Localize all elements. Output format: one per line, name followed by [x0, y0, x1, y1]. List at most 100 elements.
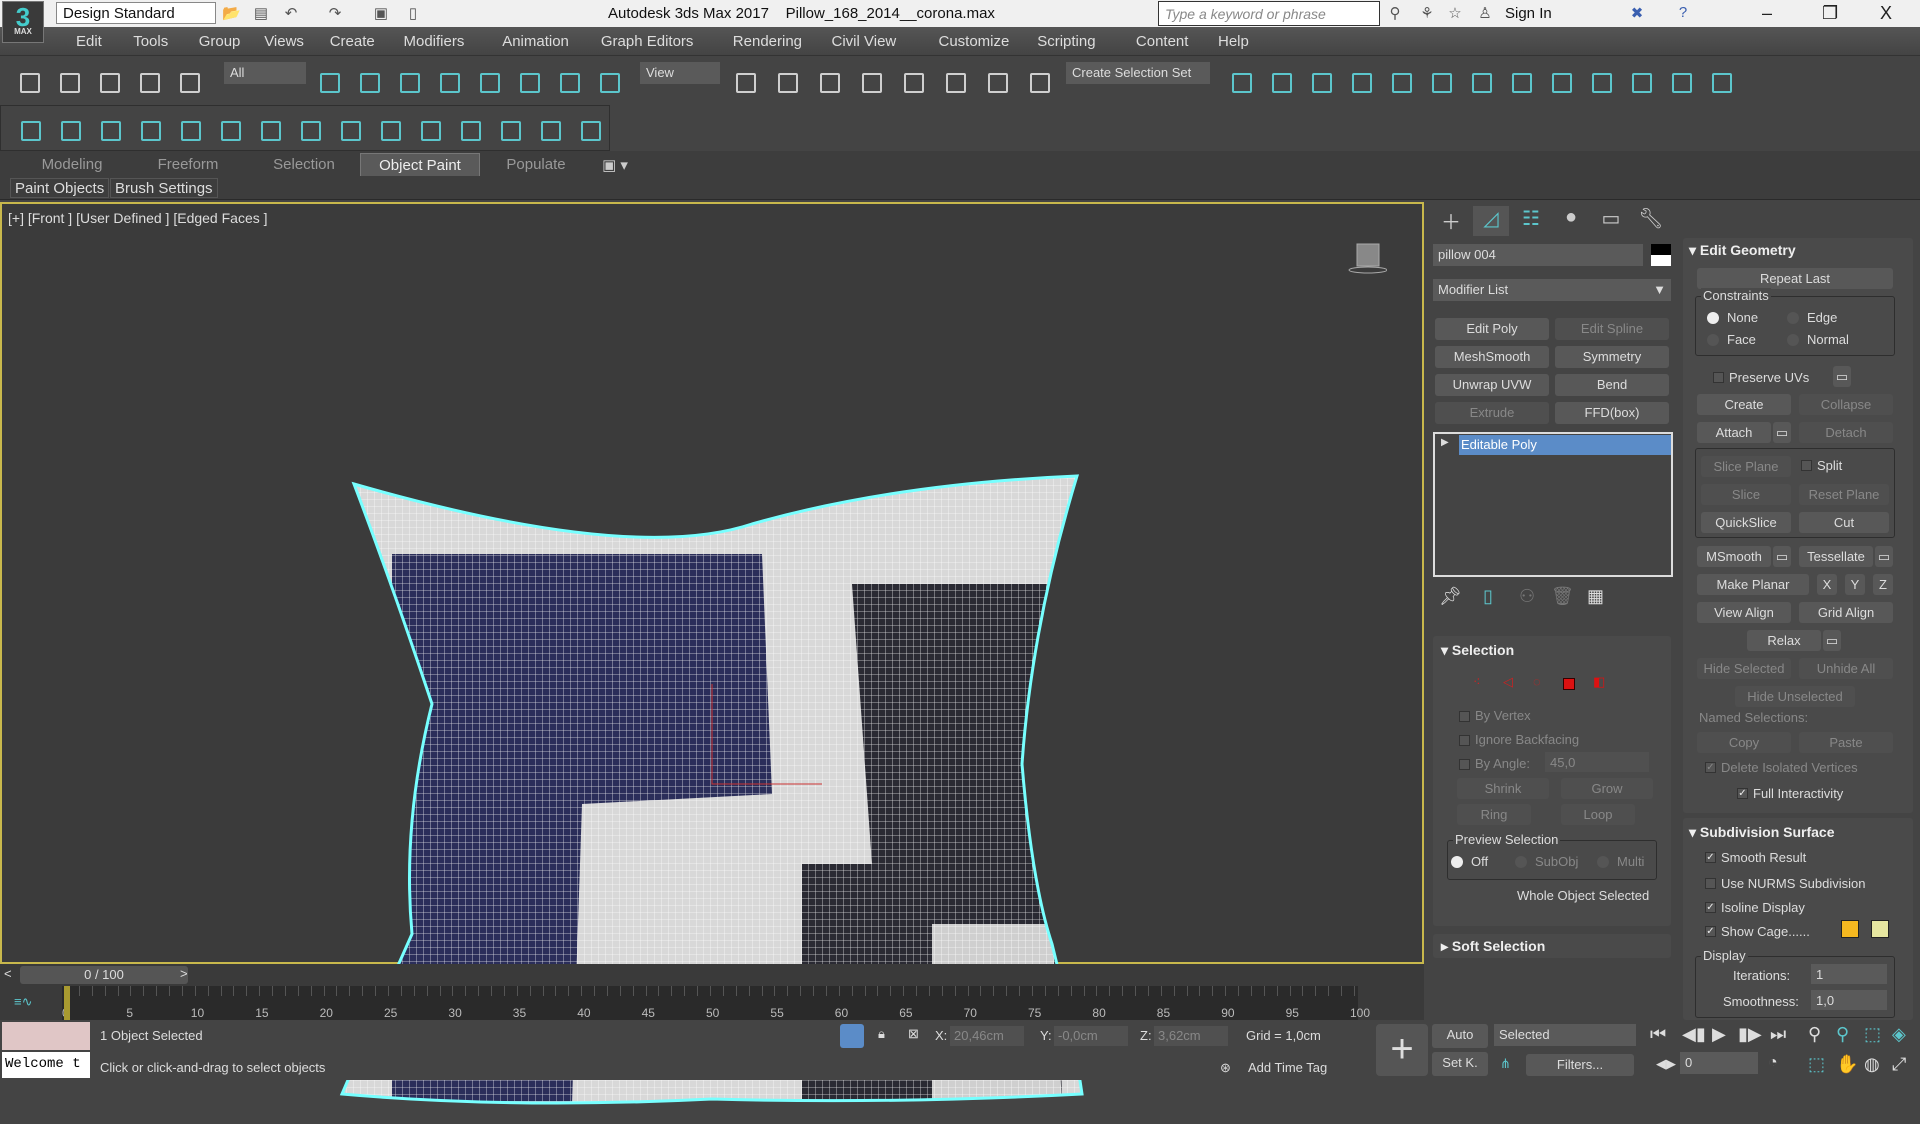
planar-x-button[interactable]: X [1817, 574, 1837, 595]
zoom-icon[interactable]: ⚲ [1808, 1024, 1821, 1045]
brush-settings-tab[interactable]: Brush Settings [110, 178, 218, 198]
angle-spinner[interactable]: 45,0 [1545, 752, 1649, 772]
prev-frame-icon[interactable]: ◀▮ [1682, 1024, 1706, 1045]
scene-explorer-icon[interactable] [1306, 67, 1334, 95]
preview-subobj-radio[interactable] [1515, 856, 1527, 868]
menu-content[interactable]: Content [1136, 33, 1189, 50]
quickslice-button[interactable]: QuickSlice [1701, 512, 1791, 533]
smoothness-spinner[interactable]: 1,0 [1811, 990, 1887, 1010]
key-filter-dropdown[interactable]: Selected [1494, 1024, 1636, 1046]
use-nurms-checkbox[interactable] [1705, 878, 1716, 889]
hide-selected-button[interactable]: Hide Selected [1697, 658, 1791, 679]
relax-settings-icon[interactable]: ▭ [1823, 630, 1841, 651]
hierarchy-tab-icon[interactable]: ☷ [1513, 206, 1549, 236]
subdivision-header[interactable]: ▾ Subdivision Surface [1689, 824, 1835, 841]
render-setup-icon[interactable] [1546, 67, 1574, 95]
grow-button[interactable]: Grow [1561, 778, 1653, 799]
a360-gallery-icon[interactable] [1706, 67, 1734, 95]
snap-3d-icon[interactable] [856, 67, 884, 95]
angle-snap-icon[interactable] [898, 67, 926, 95]
material-editor-icon[interactable] [1506, 67, 1534, 95]
dope-sheet-icon[interactable] [1466, 67, 1494, 95]
restore-button[interactable]: ❐ [1822, 3, 1838, 24]
exchange-icon[interactable]: ✖ [1628, 4, 1646, 22]
mirror-icon[interactable] [1226, 67, 1254, 95]
edit-geometry-header[interactable]: ▾ Edit Geometry [1689, 242, 1796, 259]
search-input[interactable]: Type a keyword or phrase [1158, 1, 1380, 26]
select-by-name-icon[interactable] [354, 67, 382, 95]
open-icon[interactable]: 📂 [222, 4, 241, 22]
modifier-button-editspline[interactable]: Edit Spline [1555, 318, 1669, 340]
render-cloud-icon[interactable] [1666, 67, 1694, 95]
sun-icon[interactable] [55, 115, 83, 143]
cut-button[interactable]: Cut [1799, 512, 1889, 533]
reference-coord-dropdown[interactable]: View [640, 62, 720, 84]
set-key-big-button[interactable]: + [1376, 1024, 1428, 1076]
selection-filter-dropdown[interactable]: All [224, 62, 306, 84]
field-of-view-icon[interactable]: ⬚ [1808, 1054, 1825, 1075]
menu-group[interactable]: Group [199, 33, 241, 50]
window-crossing-icon[interactable] [434, 67, 462, 95]
full-interactivity-checkbox[interactable]: ✓ [1737, 788, 1748, 799]
key-mode-icon[interactable]: ⋔ [1500, 1056, 1511, 1072]
pivot-icon[interactable] [730, 67, 758, 95]
render-icon[interactable] [1626, 67, 1654, 95]
motion-tab-icon[interactable]: ● [1553, 206, 1589, 236]
menu-create[interactable]: Create [330, 33, 375, 50]
modifier-list-dropdown[interactable]: Modifier List ▼ [1433, 279, 1671, 301]
absolute-mode-icon[interactable]: ⊠ [908, 1026, 919, 1042]
track-bar-ruler[interactable]: 0510152025303540455055606570758085909510… [62, 986, 1370, 1020]
time-tag-icon[interactable]: ⊛ [1220, 1060, 1231, 1076]
ring-button[interactable]: Ring [1457, 804, 1531, 825]
shrink-button[interactable]: Shrink [1457, 778, 1549, 799]
modifier-button-ffdbox[interactable]: FFD(box) [1555, 402, 1669, 424]
show-end-result-icon[interactable]: ▯ [1483, 586, 1493, 607]
next-frame-icon[interactable]: ▮▶ [1738, 1024, 1762, 1045]
keyboard-shortcut-icon[interactable] [814, 67, 842, 95]
paint-objects-tab[interactable]: Paint Objects [10, 178, 110, 198]
by-vertex-checkbox[interactable] [1459, 711, 1470, 722]
modifier-button-bend[interactable]: Bend [1555, 374, 1669, 396]
menu-help[interactable]: Help [1218, 33, 1249, 50]
zoom-all-icon[interactable]: ⚲ [1836, 1024, 1849, 1045]
filters-button[interactable]: Filters... [1526, 1054, 1634, 1076]
unhide-all-button[interactable]: Unhide All [1799, 658, 1893, 679]
planar-y-button[interactable]: Y [1845, 574, 1865, 595]
isolate-selection-icon[interactable] [840, 1024, 864, 1048]
display-tab-icon[interactable]: ▭ [1593, 206, 1629, 236]
attach-list-icon[interactable]: ▭ [1773, 422, 1791, 443]
teapot-icon[interactable] [535, 115, 563, 143]
hide-unselected-button[interactable]: Hide Unselected [1735, 686, 1855, 707]
rendered-frame-icon[interactable] [1586, 67, 1614, 95]
menu-rendering[interactable]: Rendering [733, 33, 802, 50]
modifier-button-symmetry[interactable]: Symmetry [1555, 346, 1669, 368]
bind-space-warp-icon[interactable] [174, 67, 202, 95]
maxscript-listener[interactable] [2, 1022, 90, 1050]
maximize-viewport-icon[interactable]: ⤢ [1892, 1054, 1906, 1075]
user-icon[interactable]: ♙ [1476, 4, 1494, 22]
x-coordinate[interactable]: 20,46cm [950, 1026, 1024, 1046]
time-slider-thumb[interactable]: 0 / 100 [20, 966, 188, 984]
border-icon[interactable]: ◌ [1533, 674, 1541, 689]
z-coordinate[interactable]: 3,62cm [1154, 1026, 1228, 1046]
manipulate-icon[interactable] [772, 67, 800, 95]
relax-button[interactable]: Relax [1747, 630, 1821, 651]
placement-icon[interactable] [594, 67, 622, 95]
preserve-uvs-checkbox[interactable] [1713, 372, 1724, 383]
redo-icon[interactable] [54, 67, 82, 95]
object-name-field[interactable]: pillow 004 [1433, 244, 1643, 266]
ignore-backfacing-checkbox[interactable] [1459, 735, 1470, 746]
align-icon[interactable] [1266, 67, 1294, 95]
viewcube[interactable] [1347, 240, 1387, 276]
named-selection-dropdown[interactable]: Create Selection Set [1066, 62, 1210, 84]
paste-button[interactable]: Paste [1799, 732, 1893, 753]
ribbon-options-icon[interactable]: ▣ ▾ [590, 153, 640, 176]
tree-card-icon[interactable] [255, 115, 283, 143]
ribbon-tab-populate[interactable]: Populate [476, 153, 596, 176]
star-icon[interactable]: ☆ [1446, 4, 1464, 22]
go-to-end-icon[interactable]: ⏭ [1770, 1024, 1786, 1045]
rotate-icon[interactable] [514, 67, 542, 95]
next-frame-button[interactable]: > [180, 966, 188, 981]
modifier-button-extrude[interactable]: Extrude [1435, 402, 1549, 424]
maxscript-mini-listener[interactable]: Welcome t [2, 1052, 90, 1078]
